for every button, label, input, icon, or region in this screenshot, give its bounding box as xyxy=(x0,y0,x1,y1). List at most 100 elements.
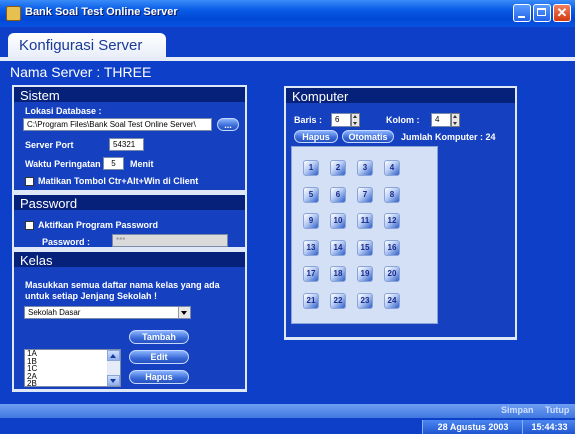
sistem-heading: Sistem xyxy=(20,88,60,103)
kelas-instruction-1: Masukkan semua daftar nama kelas yang ad… xyxy=(25,280,220,290)
computer-number: 24 xyxy=(387,295,397,305)
delete-komputer-button[interactable]: Hapus xyxy=(294,130,338,143)
computer-number: 9 xyxy=(308,216,314,225)
school-level-select[interactable]: Sekolah Dasar xyxy=(24,306,191,319)
kelas-heading-bar: Kelas xyxy=(14,252,245,268)
close-button[interactable]: ✕ xyxy=(553,4,571,22)
password-heading: Password xyxy=(20,196,78,211)
warning-time-field[interactable]: 5 xyxy=(103,157,124,170)
edit-kelas-button[interactable]: Edit xyxy=(129,350,189,364)
auto-arrange-button[interactable]: Otomatis xyxy=(342,130,394,143)
status-time: 15:44:33 xyxy=(522,420,575,434)
save-button[interactable]: Simpan xyxy=(501,405,534,415)
computer-number: 4 xyxy=(389,163,395,172)
computer-number: 11 xyxy=(360,216,370,225)
warning-time-unit: Menit xyxy=(130,159,154,169)
computer-number: 17 xyxy=(306,269,316,278)
computer-number: 15 xyxy=(360,242,370,252)
computer-tile[interactable]: 15 xyxy=(357,239,373,256)
computer-tile[interactable]: 7 xyxy=(357,186,373,203)
cols-field[interactable]: 4 xyxy=(431,113,451,127)
browse-button[interactable]: ... xyxy=(217,118,239,131)
kelas-list-item[interactable]: 1C xyxy=(25,365,120,373)
computer-tile[interactable]: 9 xyxy=(303,213,319,229)
computer-number: 12 xyxy=(387,216,397,225)
db-location-label: Lokasi Database : xyxy=(25,106,102,116)
maximize-button[interactable] xyxy=(533,4,551,22)
chevron-down-icon[interactable] xyxy=(178,307,190,318)
computer-tile[interactable]: 24 xyxy=(384,292,400,309)
computer-number: 8 xyxy=(389,189,395,199)
computer-tile[interactable]: 17 xyxy=(303,266,319,282)
disable-ctrl-alt-label: Matikan Tombol Ctr+Alt+Win di Client xyxy=(38,176,199,186)
enable-password-checkbox[interactable] xyxy=(25,221,34,230)
enable-password-label: Aktifkan Program Password xyxy=(38,220,159,230)
computer-number: 18 xyxy=(333,269,343,278)
computer-number: 21 xyxy=(306,295,316,305)
scroll-up-icon[interactable] xyxy=(107,350,120,361)
computer-number: 3 xyxy=(362,163,368,172)
header-divider xyxy=(0,57,575,61)
kelas-heading: Kelas xyxy=(20,253,53,268)
computer-tile[interactable]: 20 xyxy=(384,266,400,282)
app-icon xyxy=(6,6,21,21)
computer-tile[interactable]: 5 xyxy=(303,186,319,203)
computer-tile[interactable]: 12 xyxy=(384,213,400,229)
password-heading-bar: Password xyxy=(14,195,245,211)
computer-number: 23 xyxy=(360,295,370,305)
warning-time-label: Waktu Peringatan : xyxy=(25,159,107,169)
kelas-list-item[interactable]: 1B xyxy=(25,357,120,366)
disable-ctrl-alt-checkbox[interactable] xyxy=(25,177,34,186)
minimize-button[interactable] xyxy=(513,4,531,22)
computer-tile[interactable]: 19 xyxy=(357,266,373,282)
rows-spinner[interactable] xyxy=(351,113,360,127)
window-title: Bank Soal Test Online Server xyxy=(25,6,178,18)
sistem-heading-bar: Sistem xyxy=(14,87,245,103)
kelas-list-scrollbar[interactable] xyxy=(107,350,120,386)
password-field[interactable]: *** xyxy=(112,234,228,247)
computer-tile[interactable]: 4 xyxy=(384,160,400,176)
tab-label: Konfigurasi Server xyxy=(19,37,143,54)
computer-tile[interactable]: 10 xyxy=(330,213,346,229)
delete-kelas-button[interactable]: Hapus xyxy=(129,370,189,384)
kelas-list-item[interactable]: 1A xyxy=(25,350,120,358)
tab-konfigurasi-server[interactable]: Konfigurasi Server xyxy=(8,33,166,60)
computer-tile[interactable]: 6 xyxy=(330,186,346,203)
scroll-down-icon[interactable] xyxy=(107,375,120,386)
computer-tile[interactable]: 13 xyxy=(303,239,319,256)
computer-number: 16 xyxy=(387,242,397,252)
computer-tile[interactable]: 14 xyxy=(330,239,346,256)
title-bar[interactable]: Bank Soal Test Online Server ✕ xyxy=(0,0,575,27)
computer-tile[interactable]: 1 xyxy=(303,160,319,176)
computer-tile[interactable]: 16 xyxy=(384,239,400,256)
kelas-list-item[interactable]: 2B xyxy=(25,380,120,386)
rows-field[interactable]: 6 xyxy=(331,113,351,127)
computer-number: 2 xyxy=(335,163,341,172)
computer-tile[interactable]: 11 xyxy=(357,213,373,229)
cols-label: Kolom : xyxy=(386,115,420,125)
computer-number: 6 xyxy=(335,189,341,199)
cols-spinner[interactable] xyxy=(451,113,460,127)
server-port-label: Server Port xyxy=(25,140,74,150)
computer-tile[interactable]: 21 xyxy=(303,292,319,309)
computer-tile[interactable]: 23 xyxy=(357,292,373,309)
computer-number: 5 xyxy=(308,189,314,199)
add-kelas-button[interactable]: Tambah xyxy=(129,330,189,344)
school-level-value: Sekolah Dasar xyxy=(28,308,81,317)
computer-number: 10 xyxy=(333,216,343,225)
kelas-list-item[interactable]: 2A xyxy=(25,372,120,381)
computer-tile[interactable]: 3 xyxy=(357,160,373,176)
close-app-button[interactable]: Tutup xyxy=(545,405,569,415)
close-icon: ✕ xyxy=(556,5,568,20)
db-location-field[interactable]: C:\Program Files\Bank Soal Test Online S… xyxy=(23,118,212,131)
computer-number: 13 xyxy=(306,242,316,252)
computer-tile[interactable]: 22 xyxy=(330,292,346,309)
komputer-heading-bar: Komputer xyxy=(286,88,515,104)
computer-number: 22 xyxy=(333,295,343,305)
computer-tile[interactable]: 8 xyxy=(384,186,400,203)
server-port-field[interactable]: 54321 xyxy=(109,138,144,151)
computer-tile[interactable]: 18 xyxy=(330,266,346,282)
rows-label: Baris : xyxy=(294,115,323,125)
computer-tile[interactable]: 2 xyxy=(330,160,346,176)
status-date: 28 Agustus 2003 xyxy=(422,420,523,434)
